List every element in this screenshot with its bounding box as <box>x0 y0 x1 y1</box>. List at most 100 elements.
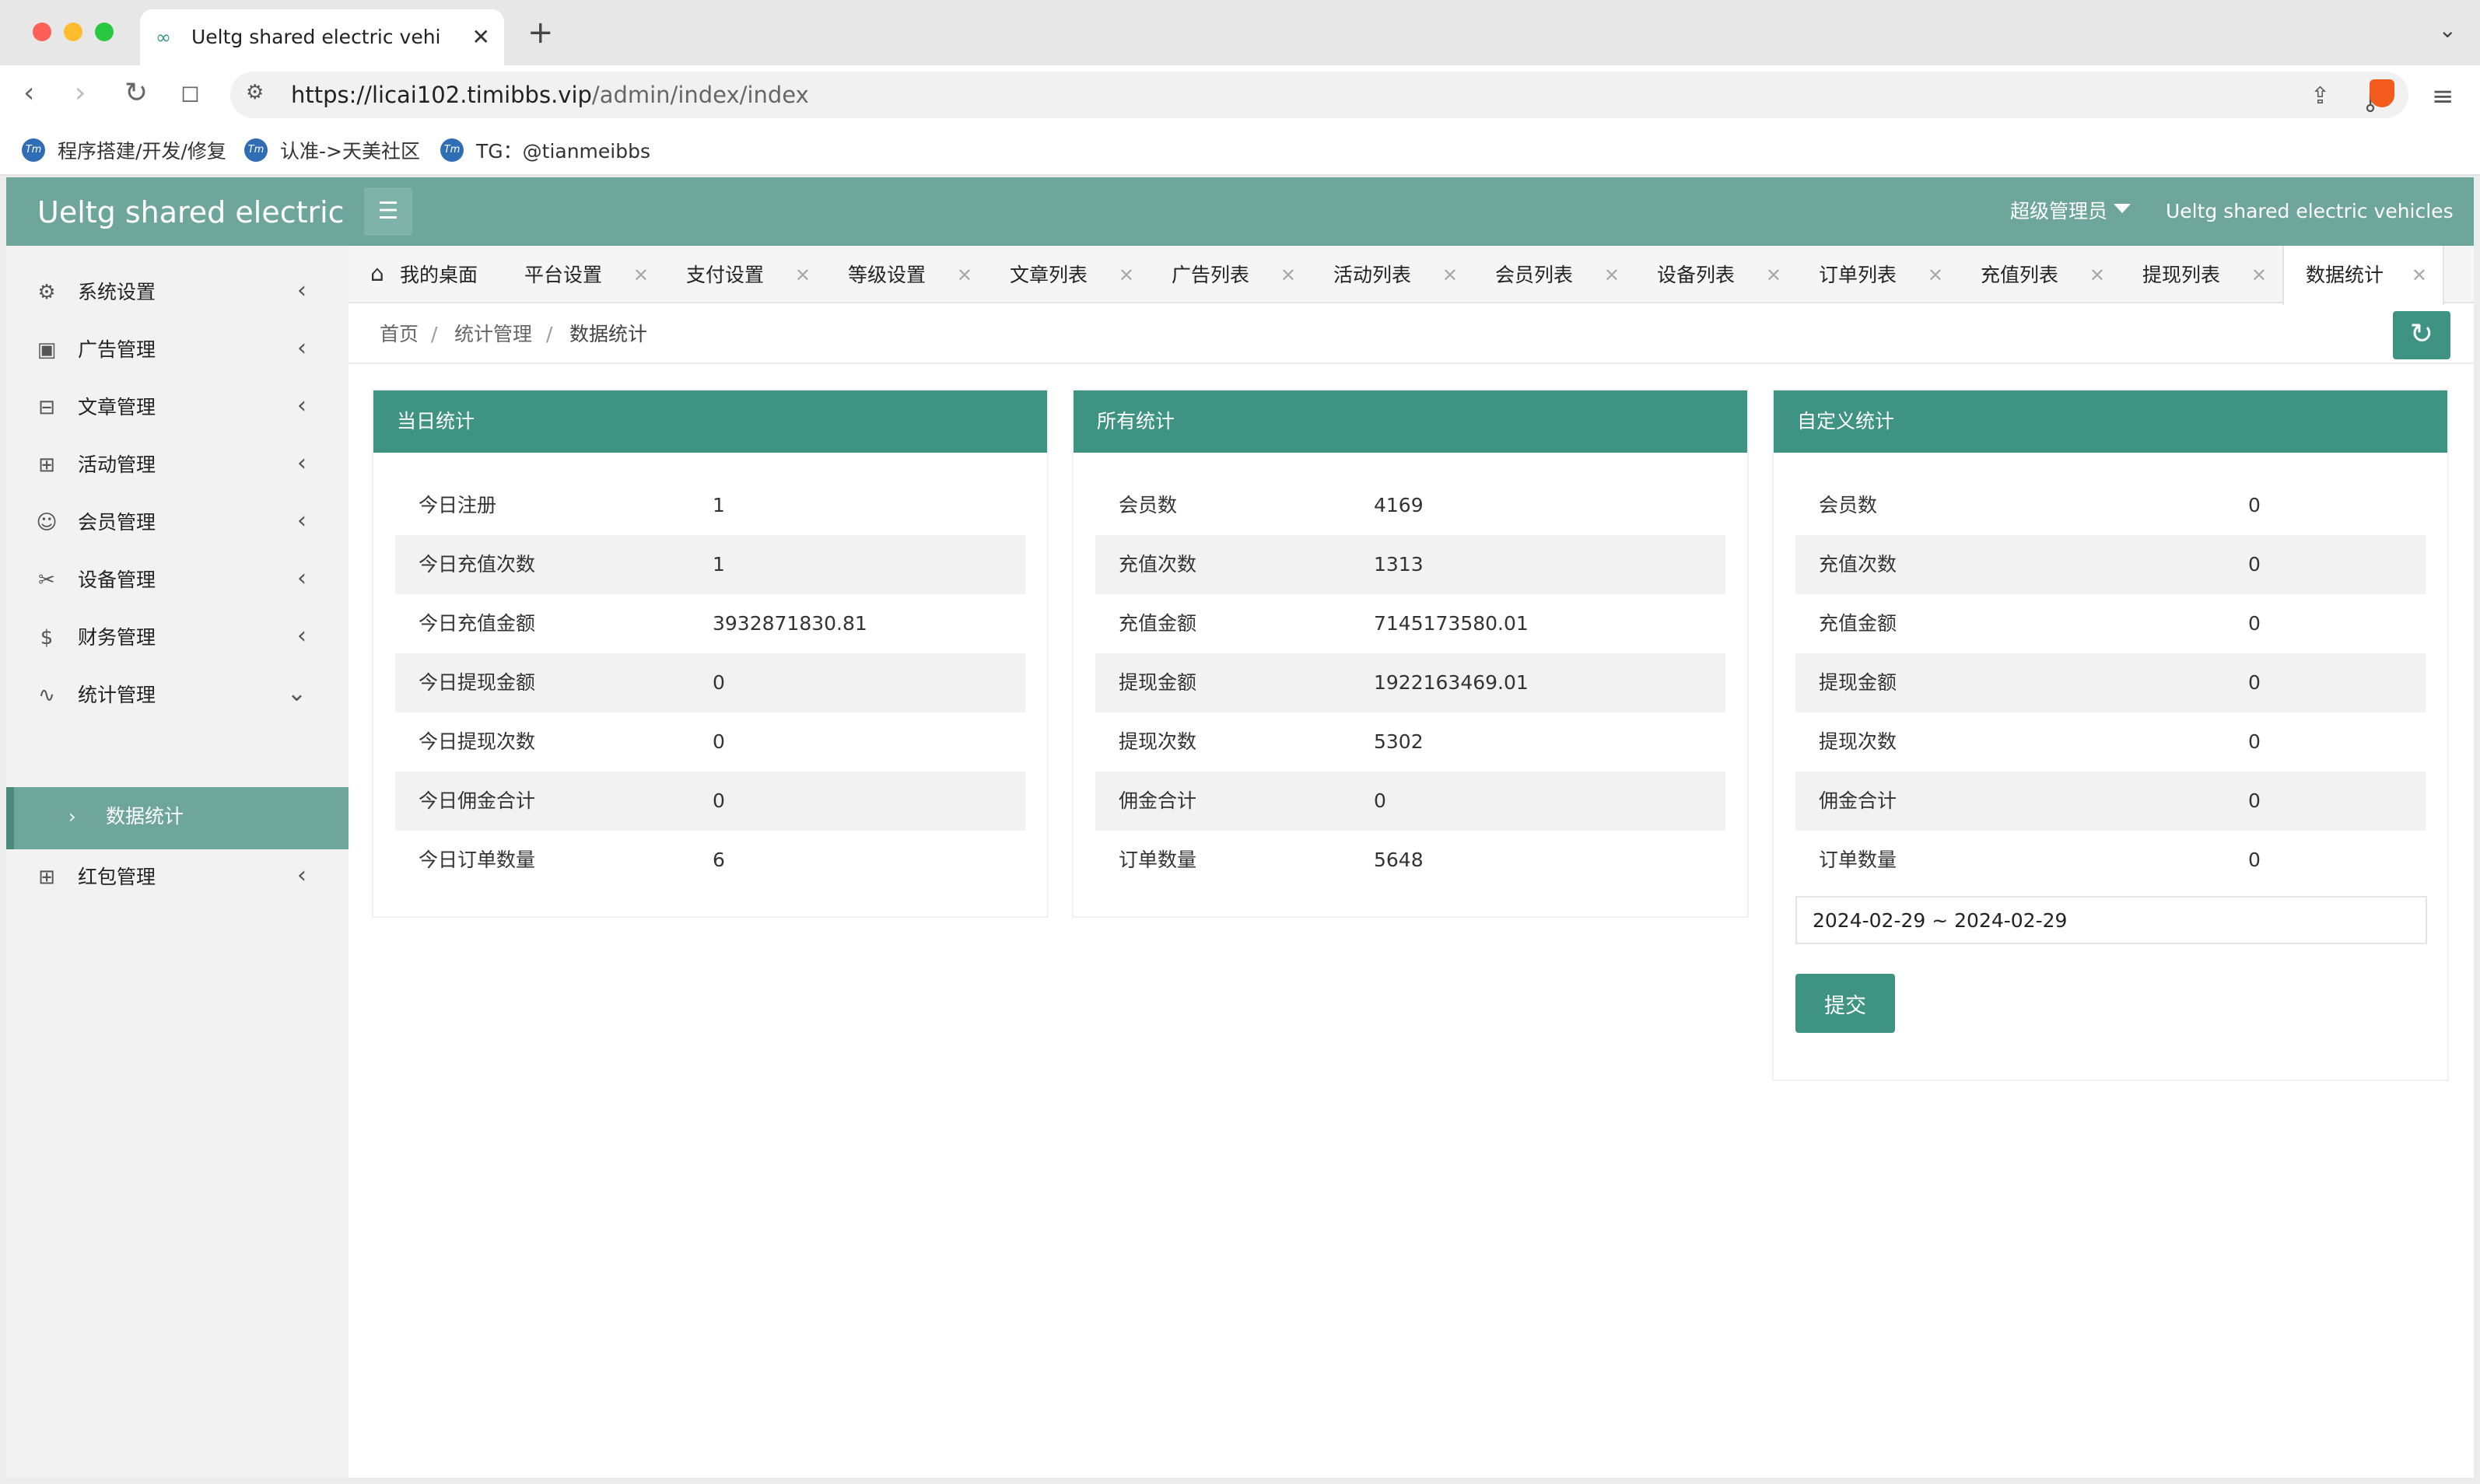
stat-value: 3932871830.81 <box>713 612 867 635</box>
brand-title[interactable]: Ueltg shared electric <box>37 194 345 230</box>
date-range-input[interactable] <box>1795 896 2427 944</box>
sidebar-item-finance[interactable]: $ 财务管理 ‹ <box>6 610 349 666</box>
new-tab-button[interactable]: + <box>527 16 554 50</box>
sidebar-item-statistics[interactable]: ∿ 统计管理 ⌄ <box>6 667 349 723</box>
stat-value: 0 <box>2248 671 2261 694</box>
site-settings-icon[interactable]: ⚙ <box>246 81 264 104</box>
stat-label: 今日充值次数 <box>419 553 536 576</box>
share-icon[interactable]: ⇪ <box>2310 82 2330 110</box>
sidebar-item-system-settings[interactable]: ⚙ 系统设置 ‹ <box>6 264 349 320</box>
tab-activity-list[interactable]: 活动列表 ✕ <box>1312 246 1473 303</box>
tab-label: 支付设置 <box>686 264 765 286</box>
tab-withdraw-list[interactable]: 提现列表 ✕ <box>2121 246 2282 303</box>
sidebar-item-label: 设备管理 <box>78 569 156 591</box>
back-arrow-icon[interactable]: ‹ <box>23 78 34 109</box>
stat-row: 充值次数 0 <box>1795 535 2426 594</box>
bookmark-item[interactable]: Tm 认准->天美社区 <box>244 135 420 165</box>
tab-close-icon[interactable]: ✕ <box>2412 261 2427 289</box>
address-bar[interactable]: ⚙ https://licai102.timibbs.vip/admin/ind… <box>230 72 2408 118</box>
reload-icon[interactable]: ↻ <box>124 78 148 109</box>
tab-payment-settings[interactable]: 支付设置 ✕ <box>664 246 826 303</box>
tab-article-list[interactable]: 文章列表 ✕ <box>988 246 1150 303</box>
refresh-button[interactable]: ↻ <box>2393 311 2450 359</box>
tab-recharge-list[interactable]: 充值列表 ✕ <box>1959 246 2121 303</box>
stat-value: 0 <box>2248 730 2261 753</box>
sidebar-item-red-packets[interactable]: ⊞ 红包管理 ‹ <box>6 849 349 905</box>
stat-label: 佣金合计 <box>1819 789 1897 812</box>
stat-value: 0 <box>2248 494 2261 516</box>
tab-data-statistics[interactable]: 数据统计 ✕ <box>2282 246 2444 305</box>
stat-row: 今日订单数量 6 <box>395 831 1025 890</box>
stat-value: 0 <box>2248 849 2261 871</box>
window-close-button[interactable] <box>33 23 51 41</box>
browser-menu-icon[interactable]: ≡ <box>2432 81 2454 112</box>
sidebar-item-label: 活动管理 <box>78 453 156 476</box>
tab-list-chevron-icon[interactable]: ⌄ <box>2439 17 2457 43</box>
url-text[interactable]: https://licai102.timibbs.vip/admin/index… <box>291 81 809 109</box>
tab-close-icon[interactable]: ✕ <box>2251 261 2267 289</box>
bookmark-item[interactable]: Tm TG：@tianmeibbs <box>440 135 650 165</box>
stat-row: 今日佣金合计 0 <box>395 772 1025 831</box>
bookmark-label: 认准->天美社区 <box>280 140 420 163</box>
sidebar-item-label: 统计管理 <box>78 684 156 706</box>
tab-close-icon[interactable]: ✕ <box>1928 261 1943 289</box>
breadcrumb-home[interactable]: 首页 <box>380 320 419 348</box>
panel-body: 会员数 0 充值次数 0 充值金额 0 提现金额 0 提现次数 0 佣金合计 0 订单数量 0… <box>1774 453 2447 1052</box>
tab-ad-list[interactable]: 广告列表 ✕ <box>1150 246 1312 303</box>
bookmark-icon[interactable]: ◻ <box>180 78 200 109</box>
stat-value: 1 <box>713 553 725 576</box>
tab-label: 设备列表 <box>1657 264 1736 286</box>
sidebar-item-label: 财务管理 <box>78 626 156 649</box>
tab-label: 充值列表 <box>1981 264 2059 286</box>
stat-label: 提现金额 <box>1819 671 1897 694</box>
stat-label: 今日佣金合计 <box>419 789 536 812</box>
chevron-left-icon: ‹ <box>297 862 306 889</box>
stat-row: 提现次数 5302 <box>1095 712 1725 772</box>
stat-label: 会员数 <box>1119 494 1178 516</box>
tab-device-list[interactable]: 设备列表 ✕ <box>1635 246 1797 303</box>
tab-close-icon[interactable]: ✕ <box>1604 261 1620 289</box>
menu-toggle-icon[interactable]: ☰ <box>364 187 412 236</box>
stat-label: 佣金合计 <box>1119 789 1197 812</box>
bookmark-item[interactable]: Tm 程序搭建/开发/修复 <box>22 135 226 165</box>
caret-down-icon <box>2114 204 2131 213</box>
tab-close-icon[interactable]: ✕ <box>1280 261 1296 289</box>
window-minimize-button[interactable] <box>64 23 82 41</box>
stat-value: 7145173580.01 <box>1374 612 1529 635</box>
tab-order-list[interactable]: 订单列表 ✕ <box>1797 246 1959 303</box>
breadcrumb-statistics[interactable]: 统计管理 <box>454 320 532 348</box>
tab-close-icon[interactable]: ✕ <box>957 261 972 289</box>
admin-app: Ueltg shared electric ☰ 超级管理员 Ueltg shar… <box>6 177 2474 1478</box>
tab-close-icon[interactable]: ✕ <box>472 23 490 51</box>
stat-value: 0 <box>713 730 725 753</box>
sidebar-item-devices[interactable]: ✂ 设备管理 ‹ <box>6 552 349 608</box>
forward-arrow-icon[interactable]: › <box>75 78 86 109</box>
window-zoom-button[interactable] <box>95 23 114 41</box>
tab-member-list[interactable]: 会员列表 ✕ <box>1473 246 1635 303</box>
tab-close-icon[interactable]: ✕ <box>795 261 811 289</box>
stat-label: 提现次数 <box>1819 730 1897 753</box>
tab-close-icon[interactable]: ✕ <box>1119 261 1134 289</box>
sidebar-item-ads[interactable]: ▣ 广告管理 ‹ <box>6 322 349 378</box>
tab-close-icon[interactable]: ✕ <box>633 261 649 289</box>
url-host: https://licai102.timibbs.vip <box>291 82 592 108</box>
tm-logo-icon: Tm <box>440 138 464 162</box>
tab-level-settings[interactable]: 等级设置 ✕ <box>826 246 988 303</box>
sidebar-item-members[interactable]: ☺ 会员管理 ‹ <box>6 495 349 551</box>
tab-close-icon[interactable]: ✕ <box>1442 261 1458 289</box>
brave-shield-icon[interactable] <box>2370 79 2394 107</box>
stat-row: 佣金合计 0 <box>1095 772 1725 831</box>
admin-user-menu[interactable]: 超级管理员 <box>2010 198 2131 226</box>
gift-icon: ⊞ <box>38 866 55 889</box>
browser-tab-active[interactable]: ∞ Ueltg shared electric vehicles ✕ <box>140 9 504 65</box>
submit-button[interactable]: 提交 <box>1795 974 1895 1033</box>
header-site-name[interactable]: Ueltg shared electric vehicles <box>2166 198 2454 226</box>
stat-value: 1922163469.01 <box>1374 671 1529 694</box>
tab-my-desktop[interactable]: ⌂ 我的桌面 <box>349 246 503 303</box>
sidebar-item-activities[interactable]: ⊞ 活动管理 ‹ <box>6 437 349 493</box>
sidebar-item-articles[interactable]: ⊟ 文章管理 ‹ <box>6 380 349 436</box>
sidebar-subitem-data-statistics[interactable]: › 数据统计 <box>6 787 349 849</box>
tab-close-icon[interactable]: ✕ <box>1766 261 1781 289</box>
tab-close-icon[interactable]: ✕ <box>2089 261 2105 289</box>
tab-platform-settings[interactable]: 平台设置 ✕ <box>503 246 664 303</box>
